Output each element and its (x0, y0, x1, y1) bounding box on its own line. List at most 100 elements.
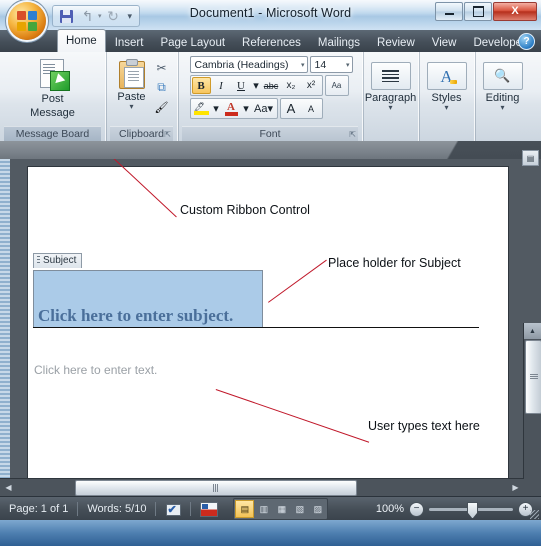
grow-font-icon: A (286, 101, 296, 116)
paragraph-icon-box (370, 62, 411, 90)
grow-font-button[interactable]: A (282, 100, 301, 117)
chevron-down-icon: ▾ (243, 103, 249, 115)
status-word-count[interactable]: Words: 5/10 (78, 497, 155, 521)
font-size-value: 14 (314, 58, 327, 71)
view-web-layout-button[interactable]: ▦ (273, 501, 290, 517)
paste-button[interactable]: Paste ▾ (112, 56, 152, 111)
draft-icon: ▨ (313, 503, 323, 514)
chevron-down-icon: ▾ (253, 80, 259, 92)
italic-button[interactable]: I (212, 77, 231, 94)
scroll-left-button[interactable]: ◀ (0, 479, 17, 495)
zoom-slider-track[interactable] (429, 501, 513, 519)
styles-collapsed-button[interactable]: A Styles ▾ (426, 56, 467, 112)
tab-home[interactable]: Home (57, 29, 106, 52)
cut-button[interactable]: ✂ (152, 58, 172, 77)
change-case-button[interactable]: Aa ▾ (252, 100, 276, 117)
tab-review[interactable]: Review (369, 33, 423, 52)
view-draft-button[interactable]: ▨ (309, 501, 326, 517)
font-color-button[interactable]: A (222, 100, 241, 117)
ribbon-tab-strip: Home Insert Page Layout References Maili… (0, 29, 541, 52)
body-placeholder-text[interactable]: Click here to enter text. (34, 363, 157, 377)
tab-page-layout[interactable]: Page Layout (152, 33, 233, 52)
vertical-scroll-thumb[interactable] (525, 340, 541, 414)
tab-mailings[interactable]: Mailings (310, 33, 368, 52)
bold-button[interactable]: B (191, 77, 211, 94)
chevron-right-icon: ▶ (512, 482, 519, 492)
scroll-up-button[interactable]: ▲ (524, 323, 541, 339)
maximize-icon (472, 6, 484, 17)
copy-button[interactable]: ⧉ (152, 78, 172, 97)
strikethrough-button[interactable]: abc (262, 77, 281, 94)
vertical-scrollbar[interactable]: ▲ ⯆ ◉ ⯅ ▼ (523, 323, 541, 496)
ribbon-group-clipboard: Paste ▾ ✂ ⧉ 🖌 Clipboard ⇱ (105, 52, 177, 141)
highlighter-icon: 🖊 (193, 102, 209, 115)
paragraph-collapsed-button[interactable]: Paragraph ▾ (365, 56, 416, 112)
font-color-dropdown[interactable]: ▾ (242, 100, 251, 117)
subject-content-control[interactable]: Subject Click here to enter subject. (33, 252, 263, 328)
underline-dropdown[interactable]: ▾ (252, 77, 261, 94)
horizontal-scroll-thumb[interactable] (75, 480, 357, 496)
post-message-label-line1: Post (41, 93, 64, 105)
status-proofing-button[interactable]: ✔ (156, 497, 190, 521)
post-message-button[interactable]: Post Message (22, 56, 84, 119)
italic-icon: I (219, 79, 223, 92)
font-row-1: Cambria (Headings) ▾ 14 ▾ (189, 56, 353, 73)
zoom-out-button[interactable]: − (409, 501, 424, 517)
view-full-screen-reading-button[interactable]: ▥ (255, 501, 272, 517)
editing-collapsed-button[interactable]: 🔍 Editing ▾ (482, 56, 523, 112)
bold-icon: B (197, 79, 205, 92)
status-page-indicator[interactable]: Page: 1 of 1 (0, 497, 77, 521)
highlight-dropdown[interactable]: ▾ (212, 100, 221, 117)
format-painter-button[interactable]: 🖌 (152, 98, 172, 117)
horizontal-scrollbar[interactable]: ◀ ▶ (0, 478, 524, 496)
tab-references[interactable]: References (234, 33, 309, 52)
help-icon[interactable]: ? (518, 33, 535, 50)
styles-letter-a-icon: A (440, 66, 458, 86)
paragraph-dropdown-icon[interactable]: ▾ (388, 104, 392, 112)
office-button[interactable] (8, 2, 46, 40)
scroll-right-button[interactable]: ▶ (507, 479, 524, 495)
underline-icon: U (237, 79, 245, 92)
ribbon-group-paragraph[interactable]: Paragraph ▾ (362, 52, 418, 141)
shrink-font-button[interactable]: A (302, 100, 321, 117)
subscript-button[interactable]: x₂ (282, 77, 301, 94)
proofing-errors-icon: ✔ (165, 502, 182, 516)
ribbon-group-editing[interactable]: 🔍 Editing ▾ (474, 52, 530, 141)
maximize-button[interactable] (464, 2, 492, 21)
font-name-combo[interactable]: Cambria (Headings) ▾ (189, 56, 308, 73)
superscript-button[interactable]: x² (302, 77, 321, 94)
font-dialog-launcher-icon[interactable]: ⇱ (349, 128, 356, 142)
status-language-button[interactable] (191, 497, 227, 521)
underline-button[interactable]: U (232, 77, 251, 94)
ribbon-group-styles[interactable]: A Styles ▾ (418, 52, 474, 141)
paste-dropdown-icon[interactable]: ▾ (129, 103, 133, 111)
message-board-group-body: Post Message (22, 54, 84, 126)
zoom-level-label[interactable]: 100% (376, 503, 404, 515)
subject-control-box[interactable]: Click here to enter subject. (33, 270, 263, 328)
font-size-combo[interactable]: 14 ▾ (309, 56, 353, 73)
editing-dropdown-icon[interactable]: ▾ (500, 104, 504, 112)
zoom-slider-thumb[interactable] (467, 501, 478, 519)
chevron-down-icon[interactable]: ▾ (301, 61, 305, 69)
annotation-line-body (215, 389, 370, 443)
full-screen-reading-icon: ▥ (259, 503, 269, 514)
minimize-button[interactable] (435, 2, 463, 21)
tab-insert[interactable]: Insert (107, 33, 152, 52)
clear-formatting-button[interactable]: Aa (324, 75, 349, 96)
tab-view[interactable]: View (424, 33, 465, 52)
document-page[interactable]: Custom Ribbon Control Subject Click here… (28, 159, 508, 488)
annotation-line-ribbon (99, 159, 177, 218)
close-button[interactable]: X (493, 2, 537, 21)
text-highlight-button[interactable]: 🖊 (192, 100, 211, 117)
paste-icon (117, 59, 147, 89)
clipboard-dialog-launcher-icon[interactable]: ⇱ (164, 128, 171, 142)
chevron-down-icon[interactable]: ▾ (346, 61, 350, 69)
styles-dropdown-icon[interactable]: ▾ (444, 104, 448, 112)
view-print-layout-button[interactable]: ▤ (235, 500, 255, 518)
ruler-icon: ▤ (526, 153, 535, 163)
view-ruler-button[interactable]: ▤ (522, 150, 539, 166)
subject-control-tag[interactable]: Subject (33, 252, 83, 268)
window-controls: X (435, 2, 537, 21)
resize-grip-icon[interactable] (530, 510, 539, 519)
view-outline-button[interactable]: ▧ (291, 501, 308, 517)
